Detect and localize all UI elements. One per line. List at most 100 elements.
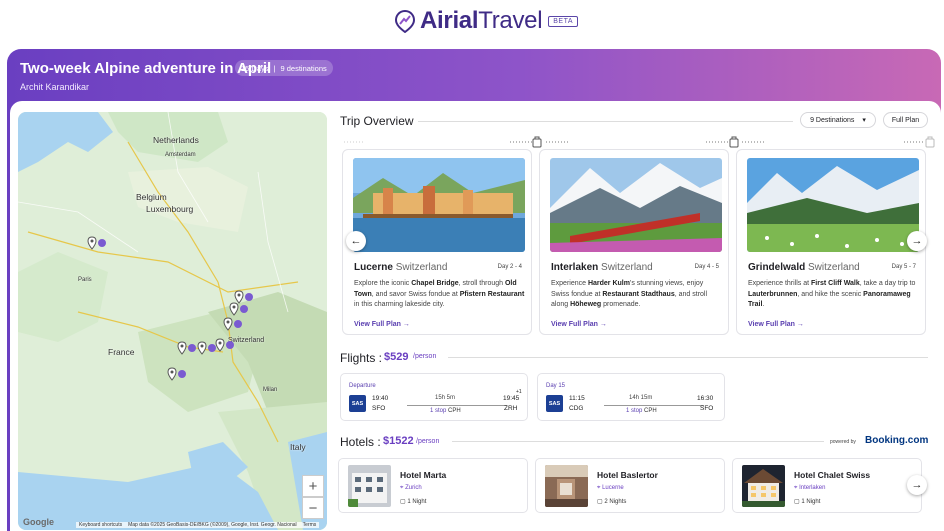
trip-title: Two-week Alpine adventure in April [20, 60, 272, 77]
flight-card-departure[interactable]: Departure SAS 19:40 SFO 15h 5m 1 stop CP… [340, 373, 528, 421]
luggage-icon [925, 136, 935, 148]
luggage-icon [729, 136, 739, 148]
flight-path-line [604, 405, 704, 406]
terms-link[interactable]: Terms [303, 522, 317, 528]
carousel-next-button[interactable]: → [907, 231, 927, 251]
sas-logo: SAS [546, 395, 563, 412]
hotel-nights: ▢ 2 Nights [597, 499, 627, 505]
map-zoom-out-button[interactable]: − [302, 497, 324, 519]
departure-time: 11:15 [569, 395, 585, 402]
arrival-code: ZRH [504, 405, 518, 412]
full-plan-button[interactable]: Full Plan [883, 112, 928, 128]
flights-price: $529 [384, 351, 409, 363]
card-description: Experience Harder Kulm's stunning views,… [551, 280, 708, 308]
map-pin-icon[interactable] [176, 341, 198, 355]
map-attribution: Keyboard shortcuts Map data ©2025 GeoBas… [76, 522, 320, 528]
booking-logo: Booking.com [865, 435, 929, 446]
arrow-left-icon: ← [350, 235, 362, 247]
map-label-luxembourg: Luxembourg [146, 204, 194, 214]
departure-code: SFO [372, 405, 386, 412]
destinations-select-label: 9 Destinations [810, 116, 855, 124]
airial-logo-icon [394, 9, 416, 33]
map-label-france: France [108, 347, 135, 357]
destination-card[interactable]: Grindelwald Switzerland Day 5 - 7 Experi… [736, 149, 926, 335]
location-pin-icon: ⌖ [400, 485, 404, 491]
map-canvas[interactable] [18, 112, 327, 530]
destination-card[interactable]: Lucerne Switzerland Day 2 - 4 Explore th… [342, 149, 532, 335]
flight-label: Day 15 [546, 383, 566, 389]
card-city: Grindelwald Switzerland [748, 262, 860, 273]
location-pin-icon: ⌖ [597, 485, 601, 491]
card-days: Day 5 - 7 [891, 264, 916, 270]
map-zoom-in-button[interactable]: + [302, 475, 324, 497]
flight-label: Departure [349, 383, 376, 389]
powered-by-label: powered by [830, 439, 856, 445]
map-pin-icon[interactable] [228, 302, 250, 316]
hotels-price: $1522 [383, 435, 414, 447]
flight-path-line [407, 405, 507, 406]
flight-duration: 15h 5m [435, 395, 456, 401]
hotel-nights: ▢ 1 Night [794, 499, 821, 505]
arrival-time: 16:30 [697, 395, 714, 402]
airial-logo[interactable]: AirialTravel BETA [393, 7, 578, 35]
departure-time: 19:40 [372, 395, 389, 402]
google-logo: Google [23, 517, 54, 527]
trip-map[interactable]: Netherlands Amsterdam Belgium Luxembourg… [18, 112, 327, 530]
view-full-plan-link[interactable]: View Full Plan → [748, 321, 804, 328]
hotels-next-button[interactable]: → [907, 475, 927, 495]
map-pin-icon[interactable] [196, 341, 218, 355]
card-description: Explore the iconic Chapel Bridge, stroll… [354, 280, 525, 308]
destination-card[interactable]: Interlaken Switzerland Day 4 - 5 Experie… [539, 149, 729, 335]
trip-summary-pill: 15 Days | 9 destinations [235, 60, 333, 76]
arrow-right-icon: → [796, 321, 804, 328]
hotel-card[interactable]: Hotel Baslertor ⌖ Lucerne ▢ 2 Nights [535, 458, 725, 513]
hotel-card[interactable]: Hotel Marta ⌖ Zurich ▢ 1 Night [338, 458, 528, 513]
hotel-nights: ▢ 1 Night [400, 499, 427, 505]
map-label-belgium: Belgium [136, 192, 167, 202]
luggage-icon [532, 136, 542, 148]
card-city: Lucerne Switzerland [354, 262, 448, 273]
view-full-plan-link[interactable]: View Full Plan → [551, 321, 607, 328]
map-pin-icon[interactable] [222, 317, 244, 331]
arrival-next-day: +1 [516, 389, 522, 395]
hotel-location: ⌖ Lucerne [597, 485, 624, 491]
arrow-right-icon: → [402, 321, 410, 328]
arrival-time: 19:45 [503, 395, 520, 402]
arrival-code: SFO [700, 405, 714, 412]
map-label-paris: Paris [78, 277, 92, 283]
sas-logo: SAS [349, 395, 366, 412]
hotel-name: Hotel Chalet Swiss [794, 470, 871, 480]
map-data-credit: Map data ©2025 GeoBasis-DE/BKG (©2009), … [128, 522, 297, 528]
overview-divider [418, 121, 793, 122]
grindelwald-photo [747, 158, 919, 252]
calendar-icon: ▢ [794, 499, 800, 505]
departure-code: CDG [569, 405, 584, 412]
carousel-prev-button[interactable]: ← [346, 231, 366, 251]
top-bar: AirialTravel BETA [0, 0, 944, 46]
flight-duration: 14h 15m [629, 395, 653, 401]
beta-badge: BETA [548, 15, 578, 27]
map-pin-icon[interactable] [86, 236, 108, 250]
trip-days: 15 Days [241, 63, 269, 73]
hotel-location: ⌖ Zurich [400, 485, 422, 491]
pill-divider: | [273, 63, 276, 73]
lucerne-photo [353, 158, 525, 252]
map-label-italy: Italy [290, 442, 306, 452]
card-city: Interlaken Switzerland [551, 262, 653, 273]
hotel-photo [348, 465, 391, 507]
flight-stops: 1 stop CPH [430, 408, 461, 414]
trip-author: Archit Karandikar [20, 82, 90, 92]
card-description: Experience thrills at First Cliff Walk, … [748, 280, 916, 308]
map-pin-icon[interactable] [166, 367, 188, 381]
keyboard-shortcuts-link[interactable]: Keyboard shortcuts [79, 522, 122, 528]
calendar-icon: ▢ [400, 499, 406, 505]
hotel-card[interactable]: Hotel Chalet Swiss ⌖ Interlaken ▢ 1 Nigh… [732, 458, 922, 513]
hotel-location: ⌖ Interlaken [794, 485, 826, 491]
arrow-right-icon: → [911, 479, 923, 491]
arrow-right-icon: → [599, 321, 607, 328]
hotels-per-person: /person [416, 438, 440, 445]
view-full-plan-link[interactable]: View Full Plan → [354, 321, 410, 328]
flight-card-return[interactable]: Day 15 SAS 11:15 CDG 14h 15m 1 stop CPH … [537, 373, 725, 421]
map-label-netherlands: Netherlands [153, 135, 199, 145]
destinations-select[interactable]: 9 Destinations ▾ [800, 112, 876, 128]
